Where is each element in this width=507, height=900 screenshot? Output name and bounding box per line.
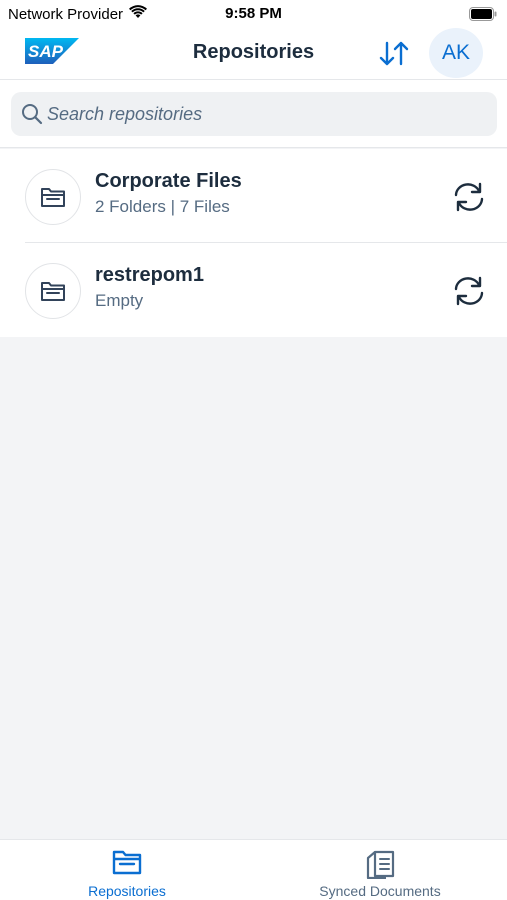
repository-row[interactable]: Corporate Files 2 Folders | 7 Files xyxy=(0,149,507,243)
tab-synced-documents-label: Synced Documents xyxy=(319,883,441,899)
folder-tab-icon xyxy=(77,849,177,875)
status-bar: Network Provider 9:58 PM xyxy=(0,0,507,28)
tab-bar: Repositories Synced Documents xyxy=(0,839,507,900)
refresh-icon xyxy=(454,276,484,306)
repository-row[interactable]: restrepom1 Empty xyxy=(0,243,507,337)
repository-name: restrepom1 xyxy=(95,264,204,286)
search-container xyxy=(0,80,507,148)
search-input[interactable] xyxy=(47,92,477,136)
sync-button[interactable] xyxy=(452,276,486,306)
folder-icon xyxy=(25,263,81,319)
tab-repositories[interactable]: Repositories xyxy=(77,840,177,900)
search-icon xyxy=(21,103,43,130)
folder-icon xyxy=(25,169,81,225)
documents-icon xyxy=(305,849,455,879)
repository-detail: 2 Folders | 7 Files xyxy=(95,197,230,216)
refresh-icon xyxy=(454,182,484,212)
sort-icon xyxy=(379,41,409,66)
search-field[interactable] xyxy=(11,92,497,136)
user-avatar[interactable]: AK xyxy=(429,28,483,78)
tab-repositories-label: Repositories xyxy=(88,883,166,899)
sync-button[interactable] xyxy=(452,182,486,212)
sort-button[interactable] xyxy=(378,39,410,69)
status-time: 9:58 PM xyxy=(225,5,282,22)
battery-icon xyxy=(469,7,497,25)
repository-list: Corporate Files 2 Folders | 7 Files rest… xyxy=(0,149,507,337)
repository-name: Corporate Files xyxy=(95,170,242,192)
navigation-bar: SAP Repositories AK xyxy=(0,28,507,80)
repository-detail: Empty xyxy=(95,291,144,310)
tab-synced-documents[interactable]: Synced Documents xyxy=(305,840,455,900)
